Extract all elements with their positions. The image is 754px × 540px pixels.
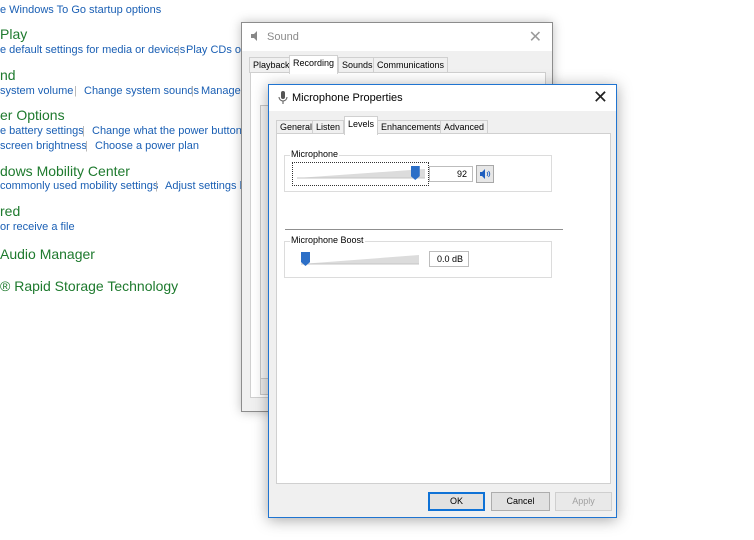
separator: |: [82, 125, 85, 137]
microphone-level-slider[interactable]: [297, 166, 427, 180]
microphone-boost-value[interactable]: 0.0 dB: [429, 251, 469, 267]
infrared-heading[interactable]: red: [0, 203, 20, 219]
sound-heading[interactable]: nd: [0, 67, 16, 83]
power-buttons-link[interactable]: Change what the power buttons d: [92, 125, 257, 137]
speaker-icon: [250, 30, 262, 45]
mobility-center-heading[interactable]: dows Mobility Center: [0, 163, 130, 179]
microphone-boost-label: Microphone Boost: [290, 235, 365, 245]
tab-advanced[interactable]: Advanced: [440, 120, 489, 134]
close-icon[interactable]: ✕: [529, 27, 542, 47]
tab-recording[interactable]: Recording: [289, 55, 339, 74]
tab-general[interactable]: General: [276, 120, 317, 134]
microphone-icon: [278, 91, 288, 107]
system-volume-link[interactable]: system volume: [0, 85, 73, 97]
mic-title-bar[interactable]: Microphone Properties ✕: [269, 85, 616, 111]
autoplay-heading[interactable]: Play: [0, 26, 27, 42]
tab-sounds[interactable]: Sounds: [338, 57, 377, 73]
send-receive-file-link[interactable]: or receive a file: [0, 221, 75, 233]
choose-power-plan-link[interactable]: Choose a power plan: [95, 140, 199, 152]
separator: |: [177, 44, 180, 56]
separator: |: [191, 85, 194, 97]
levels-panel: Microphone 92 Microphone Boost 0.0 dB: [276, 133, 611, 484]
microphone-group: Microphone 92: [284, 149, 552, 192]
default-media-settings-link[interactable]: e default settings for media or devices: [0, 44, 185, 56]
adjust-settings-link[interactable]: Adjust settings be: [165, 180, 252, 192]
change-system-sounds-link[interactable]: Change system sounds: [84, 85, 199, 97]
section-divider: [285, 229, 563, 230]
tab-listen[interactable]: Listen: [312, 120, 345, 134]
screen-brightness-link[interactable]: screen brightness: [0, 140, 87, 152]
cancel-button[interactable]: Cancel: [491, 492, 550, 511]
tab-enhancements[interactable]: Enhancements: [377, 120, 446, 134]
mobility-settings-link[interactable]: commonly used mobility settings: [0, 180, 158, 192]
microphone-properties-window[interactable]: Microphone Properties ✕ General Listen L…: [268, 84, 617, 518]
power-options-heading[interactable]: er Options: [0, 107, 65, 123]
microphone-level-value[interactable]: 92: [429, 166, 473, 182]
mic-window-title: Microphone Properties: [292, 92, 403, 104]
tab-communications[interactable]: Communications: [373, 57, 449, 73]
close-icon[interactable]: ✕: [593, 87, 608, 108]
separator: |: [85, 140, 88, 152]
sound-window-title: Sound: [267, 31, 299, 43]
tab-playback[interactable]: Playback: [249, 57, 294, 73]
sound-title-bar[interactable]: Sound ✕: [242, 23, 552, 51]
rapid-storage-heading[interactable]: ® Rapid Storage Technology: [0, 278, 178, 294]
ok-button[interactable]: OK: [428, 492, 485, 511]
separator: |: [74, 85, 77, 97]
windows-to-go-link[interactable]: e Windows To Go startup options: [0, 4, 161, 16]
speaker-mute-icon[interactable]: [476, 165, 494, 183]
microphone-boost-group: Microphone Boost 0.0 dB: [284, 235, 552, 278]
apply-button[interactable]: Apply: [555, 492, 612, 511]
mic-body: General Listen Levels Enhancements Advan…: [269, 111, 616, 517]
audio-manager-heading[interactable]: Audio Manager: [0, 246, 95, 262]
battery-settings-link[interactable]: e battery settings: [0, 125, 84, 137]
microphone-group-label: Microphone: [290, 149, 340, 159]
tab-levels[interactable]: Levels: [344, 116, 379, 135]
separator: |: [155, 180, 158, 192]
microphone-boost-slider[interactable]: [301, 252, 421, 266]
